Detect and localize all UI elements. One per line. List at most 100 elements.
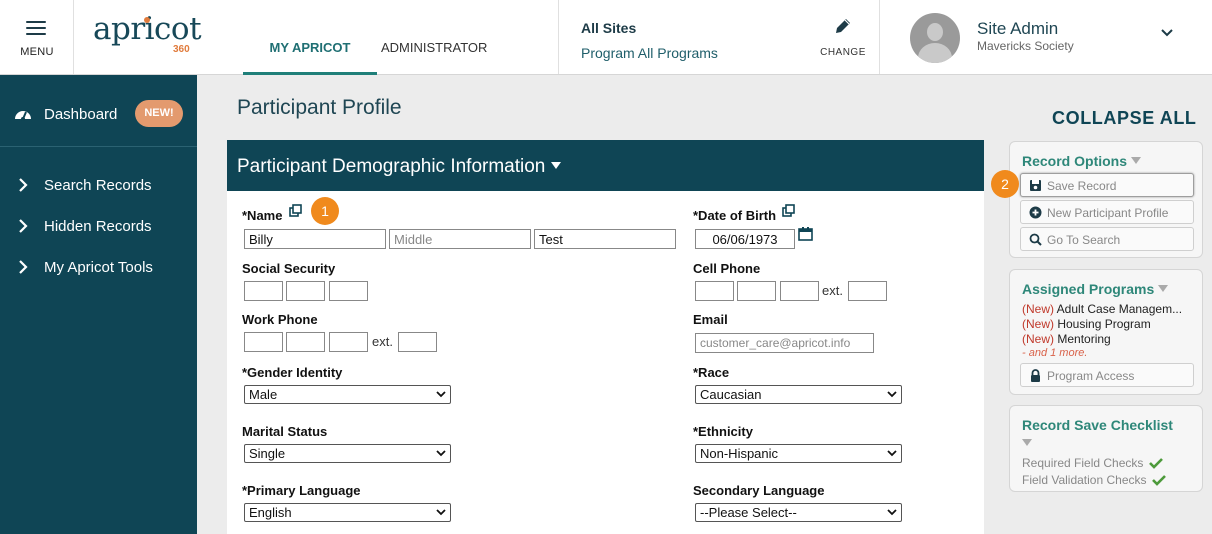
program-item[interactable]: (New) Mentoring [1022,332,1111,346]
step-marker-2: 2 [991,170,1019,198]
floppy-disk-icon [1030,180,1041,191]
secondary-language-select[interactable]: --Please Select-- [695,503,902,522]
gender-select[interactable]: Male [244,385,451,404]
work-prefix-input[interactable] [286,332,325,352]
program-item[interactable]: (New) Adult Case Managem... [1022,302,1182,316]
cell-prefix-input[interactable] [737,281,776,301]
email-label: Email [693,312,728,327]
menu-label: MENU [20,46,54,58]
more-programs-link[interactable]: - and 1 more. [1022,347,1087,359]
sidebar-item-search-records[interactable]: Search Records [0,164,197,205]
chevron-right-icon [19,260,28,274]
new-badge: NEW! [135,100,183,127]
chevron-down-icon [436,509,446,516]
program-access-button[interactable]: Program Access [1020,363,1194,387]
tab-my-apricot[interactable]: MY APRICOT [243,0,377,75]
popout-icon[interactable] [782,204,795,217]
gender-label: *Gender Identity [242,365,343,380]
caret-down-icon [1022,439,1032,446]
pencil-icon [836,19,850,33]
user-menu[interactable]: Site Admin Mavericks Society [880,0,1212,74]
ssn-label: Social Security [242,261,336,276]
work-ext-input[interactable] [398,332,437,352]
last-name-input[interactable] [534,229,676,249]
marital-select[interactable]: Single [244,444,451,463]
user-org: Mavericks Society [977,39,1074,53]
race-select[interactable]: Caucasian [695,385,902,404]
sidebar-item-label: Dashboard [44,106,118,123]
hamburger-icon [26,21,46,35]
caret-down-icon [551,162,562,169]
new-tag: (New) [1022,302,1054,316]
record-options-title[interactable]: Record Options [1022,153,1142,169]
sidebar-item-label: Search Records [44,177,152,194]
work-line-input[interactable] [329,332,368,352]
ethnicity-value: Non-Hispanic [700,446,779,461]
ssn-part3-input[interactable] [329,281,368,301]
dashboard-gauge-icon [15,111,31,121]
program-name: Adult Case Managem... [1056,302,1183,316]
ethnicity-select[interactable]: Non-Hispanic [695,444,902,463]
program-item[interactable]: (New) Housing Program [1022,317,1151,331]
checkmark-icon [1148,458,1163,469]
cell-ext-label: ext. [822,283,843,298]
save-record-button[interactable]: Save Record [1020,173,1194,197]
primary-language-select[interactable]: English [244,503,451,522]
caret-down-icon [1158,285,1169,292]
apricot-logo[interactable]: apricot 360 [93,14,203,58]
go-to-search-label: Go To Search [1047,233,1121,247]
site-name: All Sites [581,20,637,36]
chevron-down-icon [436,391,446,398]
cell-ext-input[interactable] [848,281,887,301]
sidebar-item-hidden-records[interactable]: Hidden Records [0,205,197,246]
marital-value: Single [249,446,286,461]
chevron-down-icon[interactable] [1160,28,1174,38]
chevron-down-icon [887,509,897,516]
section-header[interactable]: Participant Demographic Information [227,140,984,191]
program-name: Housing Program [1057,317,1151,331]
collapse-all-button[interactable]: COLLAPSE ALL [1052,108,1197,129]
checklist-item: Required Field Checks [1022,456,1163,470]
new-tag: (New) [1022,317,1054,331]
chevron-down-icon [436,450,446,457]
checklist-title[interactable]: Record Save Checklist [1022,417,1173,433]
program-name: Mentoring [1057,332,1111,346]
checklist-item-label: Required Field Checks [1022,456,1144,470]
sidebar-item-dashboard[interactable]: Dashboard NEW! [0,75,197,147]
step-marker-1: 1 [311,197,339,225]
primary-language-label: *Primary Language [242,483,361,498]
assigned-programs-card: Assigned Programs (New) Adult Case Manag… [1009,269,1203,395]
dob-input[interactable] [695,229,795,249]
new-participant-profile-button[interactable]: New Participant Profile [1020,200,1194,224]
work-area-input[interactable] [244,332,283,352]
race-value: Caucasian [700,387,762,402]
caret-down-icon [1131,157,1142,164]
gender-value: Male [249,387,278,402]
tab-administrator[interactable]: ADMINISTRATOR [381,0,487,74]
popout-icon[interactable] [289,204,302,217]
cell-phone-label: Cell Phone [693,261,761,276]
checklist-title-text: Record Save Checklist [1022,417,1173,433]
cell-line-input[interactable] [780,281,819,301]
middle-name-input[interactable] [389,229,531,249]
plus-circle-icon [1029,206,1042,219]
cell-area-input[interactable] [695,281,734,301]
calendar-icon[interactable] [798,226,813,241]
first-name-input[interactable] [244,229,386,249]
go-to-search-button[interactable]: Go To Search [1020,227,1194,251]
logo-number: 360 [173,44,190,55]
ssn-part2-input[interactable] [286,281,325,301]
checklist-item-label: Field Validation Checks [1022,473,1147,487]
record-options-title-text: Record Options [1022,153,1128,169]
menu-button[interactable]: MENU [0,0,74,74]
chevron-right-icon [19,178,28,192]
ssn-part1-input[interactable] [244,281,283,301]
email-input[interactable] [695,333,874,353]
site-program-selector: All Sites Program All Programs CHANGE [558,0,880,74]
sidebar-item-my-apricot-tools[interactable]: My Apricot Tools [0,246,197,287]
secondary-language-value: --Please Select-- [700,505,797,520]
record-save-checklist-card: Record Save Checklist Required Field Che… [1009,405,1203,492]
assigned-programs-title[interactable]: Assigned Programs [1022,281,1169,297]
checkmark-icon [1151,475,1166,486]
change-button[interactable]: CHANGE [819,16,867,58]
